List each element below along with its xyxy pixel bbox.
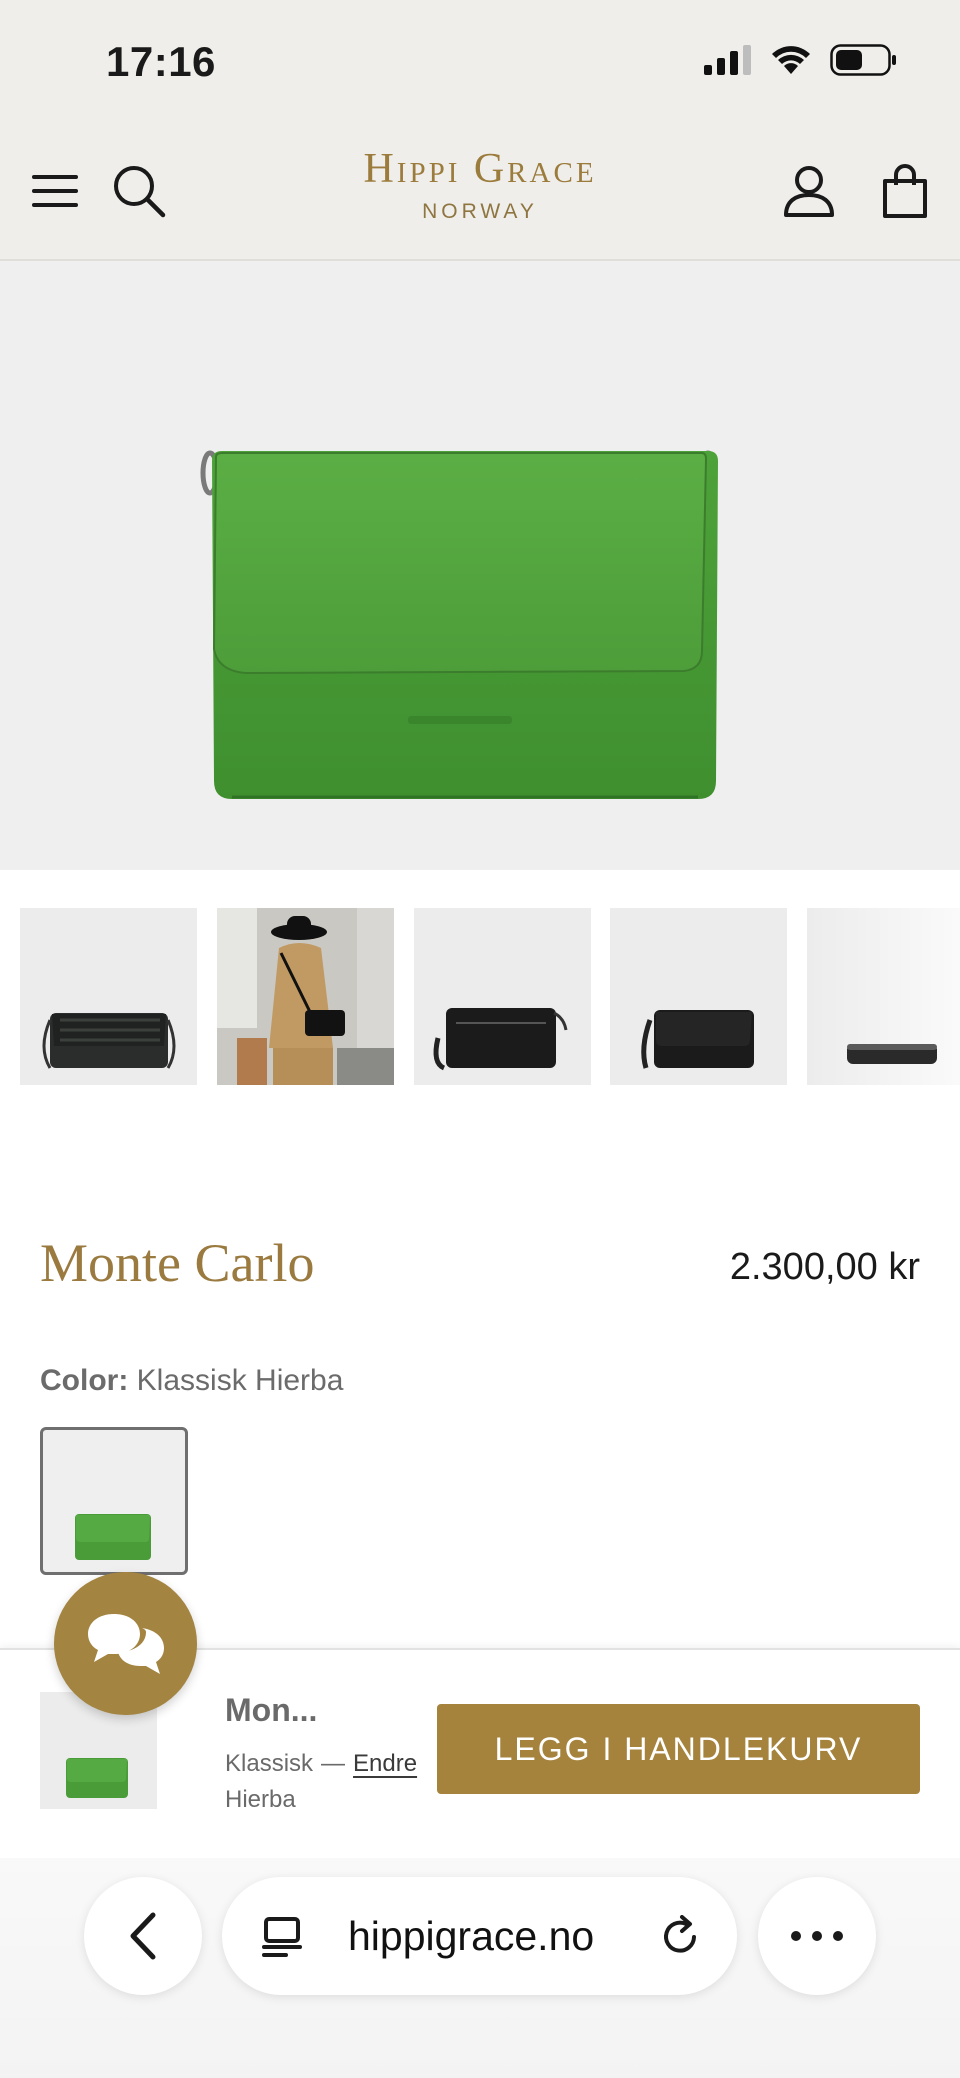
- thumbnail-black-zip-bag: [433, 1008, 568, 1071]
- green-bag-image: [200, 450, 718, 799]
- site-header: Hippi Grace NORWAY: [0, 126, 960, 261]
- thumbnail-black-croc-bag: [42, 1013, 176, 1069]
- browser-toolbar: hippigrace.no: [0, 1858, 960, 2078]
- account-icon: [784, 166, 834, 217]
- product-hero-image[interactable]: [0, 261, 960, 870]
- thumbnail-1[interactable]: [20, 908, 197, 1085]
- product-title: Monte Carlo: [40, 1233, 315, 1293]
- add-to-cart-button[interactable]: LEGG I HANDLEKURV: [437, 1704, 920, 1794]
- signal-icon: [704, 45, 751, 75]
- reload-icon[interactable]: [658, 1915, 702, 1959]
- tabs-icon: [262, 1917, 302, 1957]
- chat-icon: [87, 1613, 164, 1674]
- battery-icon: [830, 44, 896, 76]
- more-icon: [791, 1931, 843, 1941]
- edit-variant-link[interactable]: Endre: [353, 1750, 417, 1777]
- status-bar: 17:16: [0, 0, 960, 126]
- status-time: 17:16: [106, 38, 216, 85]
- thumbnail-model-photo: [217, 908, 394, 1085]
- chat-button[interactable]: [54, 1572, 197, 1715]
- color-swatch-selected[interactable]: [40, 1427, 188, 1575]
- sticky-product-name: Mon...: [225, 1692, 318, 1728]
- back-icon: [130, 1912, 156, 1960]
- variant-text-line2: Hierba: [225, 1786, 296, 1813]
- url-text: hippigrace.no: [348, 1913, 595, 1959]
- browser-back-button[interactable]: [84, 1877, 202, 1995]
- variant-text-line1: Klassisk: [225, 1750, 314, 1777]
- status-icons: [704, 44, 898, 76]
- thumbnail-3[interactable]: [414, 908, 591, 1085]
- swatch-green-bag: [75, 1514, 151, 1560]
- url-bar[interactable]: hippigrace.no: [222, 1877, 737, 1995]
- product-thumbnails: [0, 908, 960, 1088]
- sticky-variant-info: Klassisk — Endre Hierba: [225, 1746, 425, 1818]
- variant-separator: —: [321, 1750, 346, 1777]
- browser-more-button[interactable]: [758, 1877, 876, 1995]
- account-button[interactable]: [774, 156, 844, 226]
- thumbnail-2[interactable]: [217, 908, 394, 1085]
- cart-button[interactable]: [870, 156, 940, 226]
- thumbnail-black-flap-bag: [641, 1010, 754, 1069]
- thumbnail-5[interactable]: [807, 908, 960, 1085]
- color-value: Klassisk Hierba: [136, 1364, 344, 1397]
- wifi-icon: [772, 46, 810, 74]
- color-selection-label: Color: Klassisk Hierba: [40, 1364, 343, 1398]
- product-price: 2.300,00 kr: [729, 1246, 920, 1288]
- thumbnail-black-bag-side: [847, 1044, 937, 1064]
- thumbnail-4[interactable]: [610, 908, 787, 1085]
- cart-icon: [883, 164, 927, 218]
- color-label: Color:: [40, 1364, 129, 1397]
